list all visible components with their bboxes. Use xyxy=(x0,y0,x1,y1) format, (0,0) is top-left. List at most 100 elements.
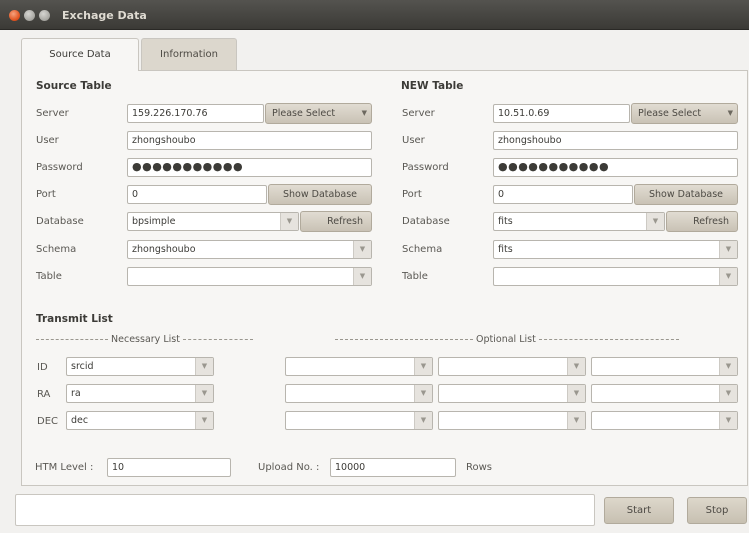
transmit-ra-combo[interactable]: ra ▼ xyxy=(66,384,214,403)
optional-combo-1-2[interactable]: ▼ xyxy=(438,357,586,376)
target-user-label: User xyxy=(402,135,425,146)
window-titlebar[interactable]: Exchage Data xyxy=(0,0,749,30)
target-port-label: Port xyxy=(402,189,422,200)
optional-combo-3-1[interactable]: ▼ xyxy=(285,411,433,430)
upload-no-label: Upload No. : xyxy=(258,462,320,473)
source-schema-combo[interactable]: zhongshoubo ▼ xyxy=(127,240,372,259)
target-table-combo[interactable]: ▼ xyxy=(493,267,738,286)
source-schema-value: zhongshoubo xyxy=(132,244,196,255)
source-server-field[interactable]: 159.226.170.76 xyxy=(127,104,264,123)
target-server-field[interactable]: 10.51.0.69 xyxy=(493,104,630,123)
chevron-down-icon: ▼ xyxy=(727,109,733,117)
chevron-down-icon[interactable]: ▼ xyxy=(353,268,371,285)
chevron-down-icon[interactable]: ▼ xyxy=(414,358,432,375)
upload-no-field[interactable]: 10000 xyxy=(330,458,456,477)
source-server-label: Server xyxy=(36,108,69,119)
source-password-label: Password xyxy=(36,162,83,173)
target-database-value: fits xyxy=(498,216,513,227)
transmit-ra-value: ra xyxy=(71,388,81,399)
optional-combo-2-2[interactable]: ▼ xyxy=(438,384,586,403)
target-password-label: Password xyxy=(402,162,449,173)
start-button[interactable]: Start xyxy=(604,497,674,524)
target-server-select[interactable]: Please Select ▼ xyxy=(631,103,738,124)
source-server-select[interactable]: Please Select ▼ xyxy=(265,103,372,124)
source-show-database-button[interactable]: Show Database xyxy=(268,184,372,205)
target-server-select-label: Please Select xyxy=(638,108,702,119)
optional-combo-3-3[interactable]: ▼ xyxy=(591,411,738,430)
chevron-down-icon[interactable]: ▼ xyxy=(719,268,737,285)
new-table-heading: NEW Table xyxy=(401,80,464,92)
source-port-label: Port xyxy=(36,189,56,200)
minimize-window-icon[interactable] xyxy=(24,10,35,21)
target-schema-combo[interactable]: fits ▼ xyxy=(493,240,738,259)
transmit-id-combo[interactable]: srcid ▼ xyxy=(66,357,214,376)
stop-button[interactable]: Stop xyxy=(687,497,747,524)
chevron-down-icon: ▼ xyxy=(361,109,367,117)
transmit-dec-value: dec xyxy=(71,415,89,426)
transmit-dec-combo[interactable]: dec ▼ xyxy=(66,411,214,430)
chevron-down-icon[interactable]: ▼ xyxy=(719,358,737,375)
target-database-label: Database xyxy=(402,216,450,227)
chevron-down-icon[interactable]: ▼ xyxy=(353,241,371,258)
chevron-down-icon[interactable]: ▼ xyxy=(195,412,213,429)
maximize-window-icon[interactable] xyxy=(39,10,50,21)
transmit-list-heading: Transmit List xyxy=(36,313,113,325)
divider-dash xyxy=(538,339,679,340)
necessary-list-divider: Necessary List xyxy=(36,334,253,345)
transmit-id-label: ID xyxy=(37,362,48,373)
optional-combo-2-1[interactable]: ▼ xyxy=(285,384,433,403)
source-refresh-button[interactable]: Refresh xyxy=(300,211,372,232)
source-schema-label: Schema xyxy=(36,244,77,255)
target-password-field[interactable]: ●●●●●●●●●●● xyxy=(493,158,738,177)
chevron-down-icon[interactable]: ▼ xyxy=(195,358,213,375)
chevron-down-icon[interactable]: ▼ xyxy=(719,412,737,429)
source-password-field[interactable]: ●●●●●●●●●●● xyxy=(127,158,372,177)
window-title: Exchage Data xyxy=(62,9,147,22)
chevron-down-icon[interactable]: ▼ xyxy=(567,385,585,402)
divider-dash xyxy=(335,339,473,340)
optional-list-label: Optional List xyxy=(476,334,536,345)
source-database-value: bpsimple xyxy=(132,216,176,227)
optional-list-divider: Optional List xyxy=(335,334,679,345)
chevron-down-icon[interactable]: ▼ xyxy=(719,241,737,258)
chevron-down-icon[interactable]: ▼ xyxy=(195,385,213,402)
source-database-combo[interactable]: bpsimple ▼ xyxy=(127,212,299,231)
target-show-database-button[interactable]: Show Database xyxy=(634,184,738,205)
target-refresh-button[interactable]: Refresh xyxy=(666,211,738,232)
optional-combo-2-3[interactable]: ▼ xyxy=(591,384,738,403)
source-port-field[interactable]: 0 xyxy=(127,185,267,204)
transmit-dec-label: DEC xyxy=(37,416,59,427)
tab-source-data[interactable]: Source Data xyxy=(21,38,139,71)
optional-combo-1-1[interactable]: ▼ xyxy=(285,357,433,376)
source-table-heading: Source Table xyxy=(36,80,112,92)
chevron-down-icon[interactable]: ▼ xyxy=(280,213,298,230)
target-port-field[interactable]: 0 xyxy=(493,185,633,204)
htm-level-label: HTM Level : xyxy=(35,462,94,473)
chevron-down-icon[interactable]: ▼ xyxy=(646,213,664,230)
optional-combo-3-2[interactable]: ▼ xyxy=(438,411,586,430)
chevron-down-icon[interactable]: ▼ xyxy=(414,385,432,402)
source-table-combo[interactable]: ▼ xyxy=(127,267,372,286)
divider-dash xyxy=(182,339,253,340)
source-database-label: Database xyxy=(36,216,84,227)
transmit-ra-label: RA xyxy=(37,389,51,400)
target-schema-value: fits xyxy=(498,244,513,255)
close-window-icon[interactable] xyxy=(9,10,20,21)
target-server-label: Server xyxy=(402,108,435,119)
source-table-label: Table xyxy=(36,271,62,282)
divider-dash xyxy=(36,339,108,340)
optional-combo-1-3[interactable]: ▼ xyxy=(591,357,738,376)
target-table-label: Table xyxy=(402,271,428,282)
chevron-down-icon[interactable]: ▼ xyxy=(567,358,585,375)
source-user-field[interactable]: zhongshoubo xyxy=(127,131,372,150)
chevron-down-icon[interactable]: ▼ xyxy=(414,412,432,429)
source-user-label: User xyxy=(36,135,59,146)
rows-unit-label: Rows xyxy=(466,462,493,473)
chevron-down-icon[interactable]: ▼ xyxy=(567,412,585,429)
source-server-select-label: Please Select xyxy=(272,108,336,119)
target-database-combo[interactable]: fits ▼ xyxy=(493,212,665,231)
target-user-field[interactable]: zhongshoubo xyxy=(493,131,738,150)
tab-information[interactable]: Information xyxy=(141,38,237,70)
htm-level-field[interactable]: 10 xyxy=(107,458,231,477)
chevron-down-icon[interactable]: ▼ xyxy=(719,385,737,402)
